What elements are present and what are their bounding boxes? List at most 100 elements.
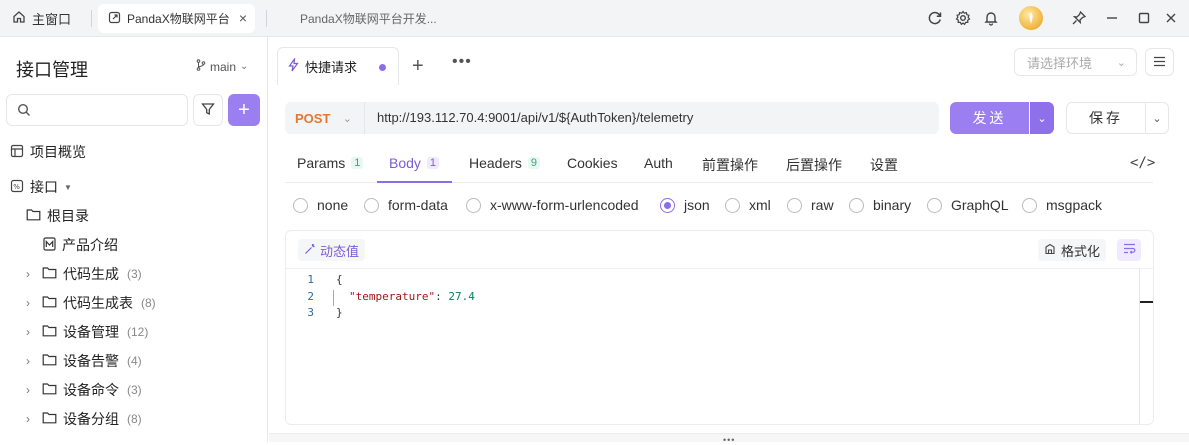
radio-binary[interactable]: binary bbox=[849, 197, 911, 213]
send-button[interactable]: 发送 bbox=[950, 102, 1029, 134]
radio-circle bbox=[849, 197, 864, 213]
sidebar-item-device-alarm[interactable]: › 设备告警 (4) bbox=[26, 349, 142, 373]
dynamic-value-button[interactable]: 动态值 bbox=[298, 239, 366, 261]
radio-none[interactable]: none bbox=[293, 197, 348, 213]
tab-headers[interactable]: Headers 9 bbox=[469, 155, 541, 171]
url-bar: POST ⌄ http://193.112.70.4:9001/api/v1/$… bbox=[285, 102, 939, 134]
resize-handle[interactable]: ••• bbox=[269, 433, 1189, 445]
item-count: (4) bbox=[127, 354, 142, 368]
radio-circle bbox=[927, 197, 942, 213]
wrap-icon bbox=[1123, 243, 1136, 257]
sidebar-item-label: 产品介绍 bbox=[62, 237, 118, 253]
chevron-right-icon[interactable]: › bbox=[26, 296, 36, 310]
subtab-label: Body bbox=[389, 155, 421, 171]
chevron-right-icon[interactable]: › bbox=[26, 325, 36, 339]
method-select[interactable]: POST ⌄ bbox=[285, 102, 365, 134]
chevron-right-icon[interactable]: › bbox=[26, 383, 36, 397]
radio-xml[interactable]: xml bbox=[725, 197, 771, 213]
sidebar-item-api[interactable]: % 接口 ▼ bbox=[10, 175, 72, 199]
search-input[interactable] bbox=[6, 94, 188, 126]
request-tab-label: 快捷请求 bbox=[305, 60, 358, 75]
add-button[interactable]: + bbox=[228, 94, 260, 126]
item-count: (3) bbox=[127, 383, 142, 397]
env-placeholder: 请选择环境 bbox=[1027, 55, 1093, 71]
unsaved-dot bbox=[379, 64, 386, 71]
tab-quick-request[interactable]: 快捷请求 bbox=[277, 47, 399, 85]
radio-msgpack[interactable]: msgpack bbox=[1022, 197, 1102, 213]
lightning-icon bbox=[288, 56, 299, 75]
avatar[interactable] bbox=[1019, 6, 1043, 30]
sidebar-item-codegen-table[interactable]: › 代码生成表 (8) bbox=[26, 291, 156, 315]
markdown-icon bbox=[43, 236, 56, 254]
folder-icon bbox=[42, 324, 57, 340]
tab-cookies[interactable]: Cookies bbox=[567, 155, 618, 171]
radio-graphql[interactable]: GraphQL bbox=[927, 197, 1009, 213]
radio-raw[interactable]: raw bbox=[787, 197, 834, 213]
bell-icon[interactable] bbox=[981, 8, 1001, 28]
sidebar-item-codegen[interactable]: › 代码生成 (3) bbox=[26, 262, 142, 286]
chevron-right-icon[interactable]: › bbox=[26, 412, 36, 426]
chevron-right-icon[interactable]: › bbox=[26, 267, 36, 281]
sidebar-item-overview[interactable]: 项目概览 bbox=[10, 140, 86, 164]
refresh-icon[interactable] bbox=[925, 8, 945, 28]
sidebar-item-label: 代码生成表 bbox=[63, 295, 133, 311]
home-icon bbox=[12, 10, 26, 27]
more-icon[interactable]: ••• bbox=[452, 53, 472, 71]
sidebar-item-device-group[interactable]: › 设备分组 (8) bbox=[26, 407, 142, 431]
tab-post-ops[interactable]: 后置操作 bbox=[786, 155, 842, 175]
environment-select[interactable]: 请选择环境 ⌄ bbox=[1014, 48, 1137, 76]
plus-icon: + bbox=[238, 98, 250, 121]
format-label: 格式化 bbox=[1061, 243, 1101, 259]
code-text: } bbox=[336, 306, 343, 319]
send-dropdown-button[interactable]: ⌄ bbox=[1030, 102, 1054, 134]
tab-params[interactable]: Params 1 bbox=[297, 155, 364, 171]
radio-urlencoded[interactable]: x-www-form-urlencoded bbox=[466, 197, 639, 213]
save-dropdown-button[interactable]: ⌄ bbox=[1145, 102, 1169, 134]
item-count: (12) bbox=[127, 325, 149, 339]
sidebar-item-device-mgmt[interactable]: › 设备管理 (12) bbox=[26, 320, 148, 344]
code-text: "temperature": 27.4 bbox=[349, 290, 475, 303]
radio-json[interactable]: json bbox=[660, 197, 710, 213]
url-input[interactable]: http://193.112.70.4:9001/api/v1/${AuthTo… bbox=[377, 110, 693, 125]
code-icon[interactable]: </> bbox=[1130, 155, 1155, 171]
tab-settings[interactable]: 设置 bbox=[870, 155, 898, 175]
format-button[interactable]: 格式化 bbox=[1038, 239, 1107, 261]
editor-scrollbar[interactable] bbox=[1139, 269, 1140, 424]
minimize-icon[interactable] bbox=[1102, 8, 1122, 28]
new-tab-button[interactable]: + bbox=[412, 55, 424, 78]
subtab-label: Cookies bbox=[567, 155, 618, 171]
tab-auth[interactable]: Auth bbox=[644, 155, 673, 171]
window-close-icon[interactable] bbox=[1161, 8, 1181, 28]
wrap-lines-button[interactable] bbox=[1117, 239, 1141, 261]
pin-icon[interactable] bbox=[1069, 8, 1089, 28]
json-editor[interactable]: 动态值 格式化 1 { 2 "temperature": 27.4 3} bbox=[285, 230, 1154, 425]
json-separator: : bbox=[435, 290, 449, 303]
close-icon[interactable]: × bbox=[239, 10, 247, 26]
tab-body[interactable]: Body 1 bbox=[389, 155, 440, 171]
sidebar-item-label: 设备告警 bbox=[63, 353, 119, 369]
chevron-down-icon: ⌄ bbox=[1152, 112, 1162, 125]
chevron-down-icon: ⌄ bbox=[240, 61, 249, 72]
home-tab[interactable]: 主窗口 bbox=[12, 6, 71, 31]
active-tab-label: PandaX物联网平台 bbox=[127, 12, 230, 26]
api-icon: % bbox=[10, 179, 24, 196]
chevron-right-icon[interactable]: › bbox=[26, 354, 36, 368]
radio-circle-selected bbox=[660, 197, 675, 213]
dynamic-value-label: 动态值 bbox=[320, 243, 360, 259]
branch-label: main bbox=[210, 59, 237, 74]
tab-pre-ops[interactable]: 前置操作 bbox=[702, 155, 758, 175]
gear-icon[interactable] bbox=[953, 8, 973, 28]
filter-button[interactable] bbox=[193, 94, 223, 126]
code-line: 3 } bbox=[286, 306, 1153, 322]
save-button[interactable]: 保存 bbox=[1066, 102, 1146, 134]
line-number: 1 bbox=[307, 273, 314, 286]
sidebar-item-product-intro[interactable]: 产品介绍 bbox=[43, 233, 118, 257]
menu-button[interactable] bbox=[1145, 48, 1174, 76]
maximize-icon[interactable] bbox=[1134, 8, 1154, 28]
radio-form-data[interactable]: form-data bbox=[364, 197, 448, 213]
sidebar-item-root[interactable]: 根目录 bbox=[26, 204, 89, 228]
tab-pandax-dev[interactable]: PandaX物联网平台开发... bbox=[300, 10, 437, 27]
sidebar-item-device-command[interactable]: › 设备命令 (3) bbox=[26, 378, 142, 402]
tab-pandax[interactable]: PandaX物联网平台 × bbox=[98, 4, 255, 33]
branch-selector[interactable]: main ⌄ bbox=[196, 59, 248, 74]
